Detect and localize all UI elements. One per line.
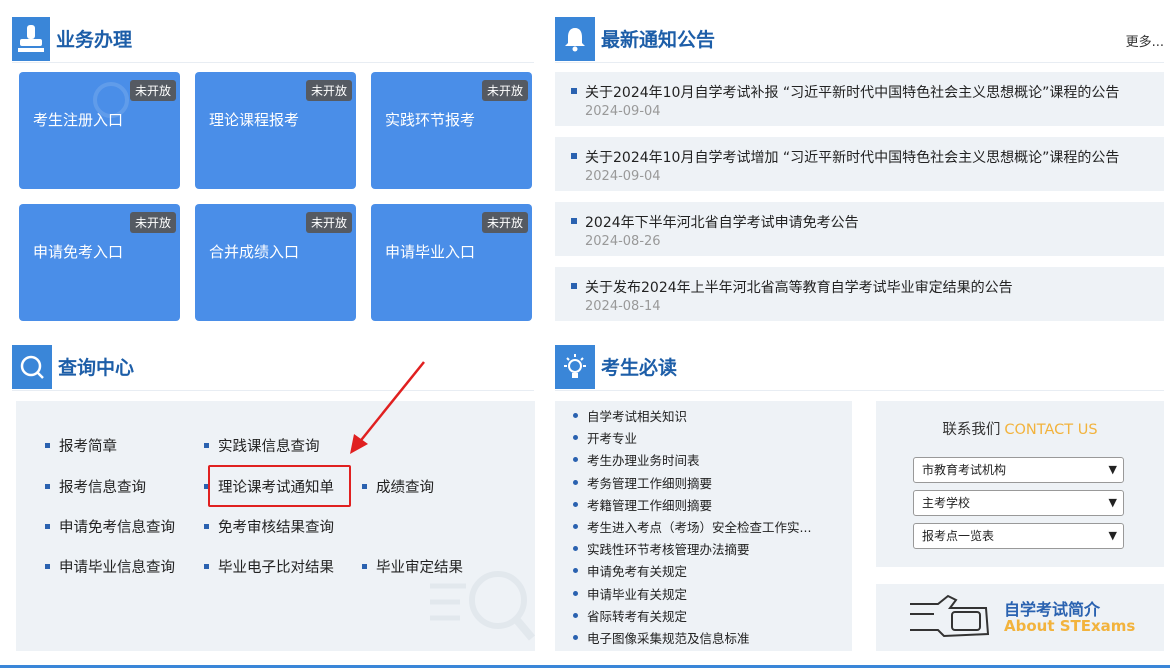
query-link-scores[interactable]: 成绩查询	[362, 476, 434, 497]
query-link-exemption-result[interactable]: 免考审核结果查询	[204, 516, 334, 537]
query-link-register-info[interactable]: 报考信息查询	[45, 476, 146, 497]
business-section-header: 业务办理	[12, 15, 534, 63]
not-open-badge: 未开放	[481, 212, 528, 233]
notice-title[interactable]: 2024年下半年河北省自学考试申请免考公告	[571, 212, 1131, 232]
contact-title-en: CONTACT US	[1004, 422, 1098, 438]
query-section-title: 查询中心	[58, 357, 135, 379]
business-section-title: 业务办理	[56, 29, 133, 51]
register-point-select[interactable]: 报考点一览表 ▼	[913, 523, 1124, 549]
stamp-icon	[12, 16, 50, 61]
must-read-item[interactable]: 省际转考有关规定	[573, 606, 852, 628]
query-link-exemption-info[interactable]: 申请免考信息查询	[45, 516, 175, 537]
chevron-down-icon: ▼	[1108, 496, 1117, 509]
must-read-item[interactable]: 开考专业	[573, 428, 852, 450]
select-value: 报考点一览表	[922, 529, 995, 543]
tile-practice-register[interactable]: 未开放 实践环节报考	[371, 72, 532, 189]
notice-date: 2024-08-26	[585, 234, 661, 249]
must-read-item[interactable]: 考生办理业务时间表	[573, 450, 852, 472]
city-exam-office-select[interactable]: 市教育考试机构 ▼	[913, 457, 1124, 483]
tile-label: 理论课程报考	[209, 111, 300, 129]
notice-section-header: 最新通知公告 更多...	[555, 15, 1164, 63]
notice-item[interactable]: 关于2024年10月自学考试补报 “习近平新时代中国特色社会主义思想概论”课程的…	[555, 72, 1164, 126]
query-link-graduation-compare[interactable]: 毕业电子比对结果	[204, 556, 334, 577]
notice-title[interactable]: 关于2024年10月自学考试补报 “习近平新时代中国特色社会主义思想概论”课程的…	[571, 82, 1131, 102]
notice-item[interactable]: 关于2024年10月自学考试增加 “习近平新时代中国特色社会主义思想概论”课程的…	[555, 137, 1164, 191]
must-read-item[interactable]: 电子图像采集规范及信息标准	[573, 628, 852, 650]
must-read-item[interactable]: 考籍管理工作细则摘要	[573, 495, 852, 517]
query-link-graduation-info[interactable]: 申请毕业信息查询	[45, 556, 175, 577]
annotation-arrow	[350, 361, 425, 454]
tile-label: 实践环节报考	[385, 111, 476, 129]
query-link-graduation-result[interactable]: 毕业审定结果	[362, 556, 463, 577]
select-value: 主考学校	[922, 496, 971, 510]
tile-merge-scores[interactable]: 未开放 合并成绩入口	[195, 204, 356, 321]
notice-section-title: 最新通知公告	[601, 29, 716, 51]
query-section-header: 查询中心	[12, 343, 534, 391]
tile-label: 申请免考入口	[33, 243, 124, 261]
must-read-section-header: 考生必读	[555, 343, 1164, 391]
not-open-badge: 未开放	[129, 212, 176, 233]
contact-title-cn: 联系我们	[942, 422, 1001, 438]
tile-label: 申请毕业入口	[385, 243, 476, 261]
tile-exemption-apply[interactable]: 未开放 申请免考入口	[19, 204, 180, 321]
tile-theory-course-register[interactable]: 未开放 理论课程报考	[195, 72, 356, 189]
hand-card-icon	[910, 594, 990, 638]
search-document-icon	[430, 571, 535, 641]
must-read-list: 自学考试相关知识 开考专业 考生办理业务时间表 考务管理工作细则摘要 考籍管理工…	[555, 401, 852, 651]
not-open-badge: 未开放	[129, 80, 176, 101]
must-read-item[interactable]: 考务管理工作细则摘要	[573, 473, 852, 495]
notice-date: 2024-08-14	[585, 299, 661, 314]
search-icon	[12, 344, 52, 389]
intro-banner[interactable]: 自学考试简介 About STExams	[876, 584, 1164, 651]
chevron-down-icon: ▼	[1108, 463, 1117, 476]
lightbulb-icon	[555, 344, 595, 389]
query-link-practice-info[interactable]: 实践课信息查询	[204, 435, 320, 456]
tile-student-register[interactable]: 未开放 考生注册入口	[19, 72, 180, 189]
notice-title[interactable]: 关于2024年10月自学考试增加 “习近平新时代中国特色社会主义思想概论”课程的…	[571, 147, 1131, 167]
host-school-select[interactable]: 主考学校 ▼	[913, 490, 1124, 516]
must-read-item[interactable]: 考生进入考点（考场）安全检查工作实...	[573, 517, 852, 539]
must-read-item[interactable]: 实践性环节考核管理办法摘要	[573, 539, 852, 561]
must-read-item[interactable]: 申请毕业有关规定	[573, 584, 852, 606]
tile-label: 合并成绩入口	[209, 243, 300, 261]
annotation-highlight-box	[208, 465, 351, 507]
not-open-badge: 未开放	[305, 80, 352, 101]
notice-title[interactable]: 关于发布2024年上半年河北省高等教育自学考试毕业审定结果的公告	[571, 277, 1131, 297]
bell-icon	[555, 16, 595, 61]
select-value: 市教育考试机构	[922, 463, 1007, 477]
notice-date: 2024-09-04	[585, 169, 661, 184]
must-read-item[interactable]: 申请免考有关规定	[573, 561, 852, 583]
more-link[interactable]: 更多...	[1126, 31, 1164, 50]
notice-item[interactable]: 关于发布2024年上半年河北省高等教育自学考试毕业审定结果的公告 2024-08…	[555, 267, 1164, 321]
footer-divider	[0, 665, 1170, 668]
must-read-section-title: 考生必读	[601, 357, 678, 379]
contact-title: 联系我们 CONTACT US	[876, 418, 1164, 439]
contact-panel: 联系我们 CONTACT US 市教育考试机构 ▼ 主考学校 ▼ 报考点一览表 ▼	[876, 401, 1164, 567]
not-open-badge: 未开放	[481, 80, 528, 101]
must-read-item[interactable]: 自学考试相关知识	[573, 406, 852, 428]
query-link-exam-guide[interactable]: 报考简章	[45, 435, 117, 456]
notice-item[interactable]: 2024年下半年河北省自学考试申请免考公告 2024-08-26	[555, 202, 1164, 256]
not-open-badge: 未开放	[305, 212, 352, 233]
tile-graduation-apply[interactable]: 未开放 申请毕业入口	[371, 204, 532, 321]
tile-label: 考生注册入口	[33, 111, 124, 129]
intro-title-en: About STExams	[1004, 617, 1136, 635]
chevron-down-icon: ▼	[1108, 529, 1117, 542]
notice-date: 2024-09-04	[585, 104, 661, 119]
